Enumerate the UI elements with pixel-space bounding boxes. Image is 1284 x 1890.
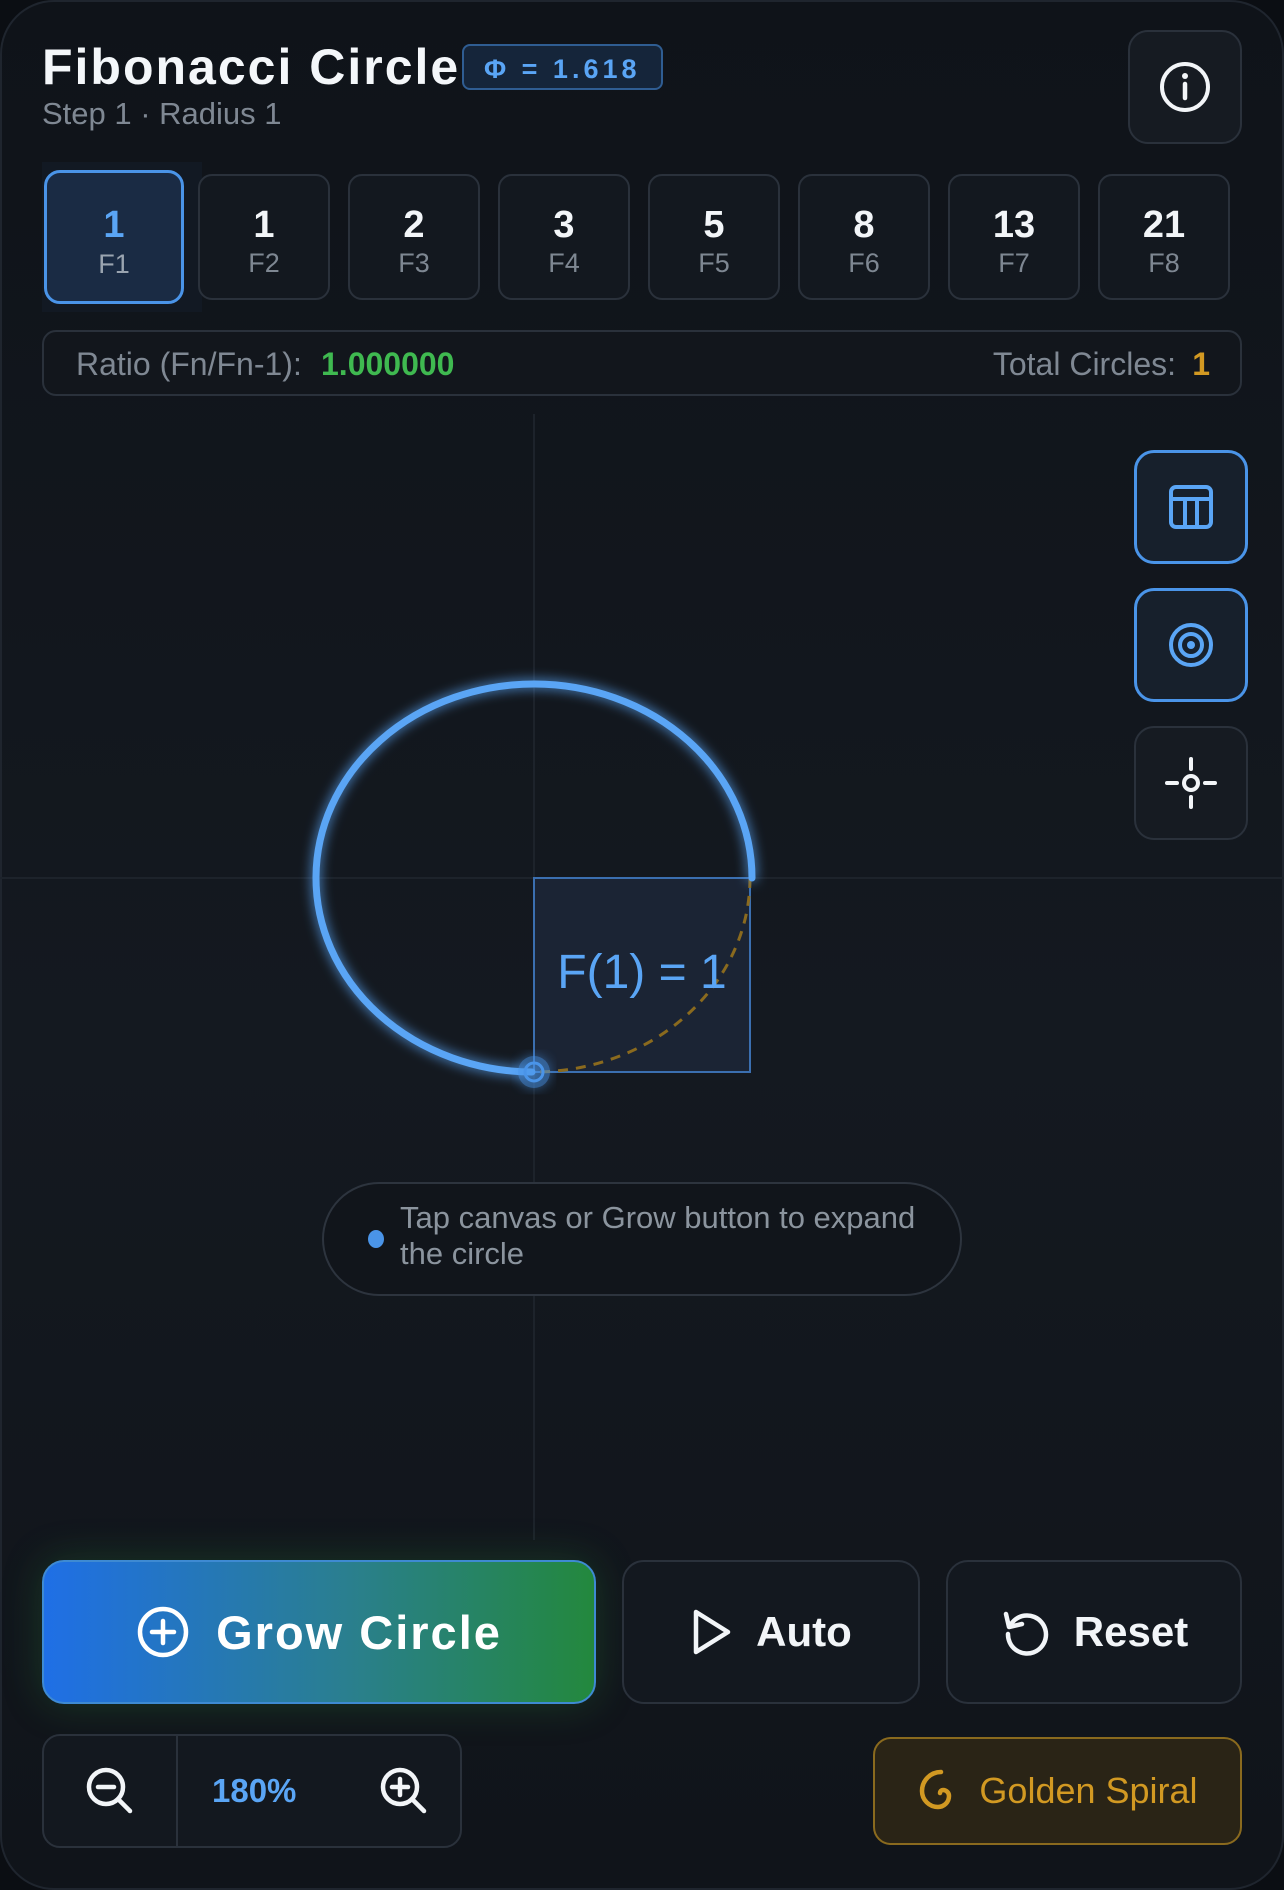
golden-spiral-button[interactable]: Golden Spiral — [873, 1737, 1242, 1845]
grid-toggle-button[interactable] — [1134, 450, 1248, 564]
total-circles-label: Total Circles: — [992, 346, 1176, 382]
step-subtitle: Step 1 · Radius 1 — [42, 96, 282, 131]
target-toggle-button[interactable] — [1134, 588, 1248, 702]
fib-tab-f7[interactable]: 13 F7 — [948, 174, 1080, 300]
auto-label: Auto — [756, 1608, 852, 1655]
canvas-drawing: F(1) = 1 — [0, 414, 1284, 1540]
fib-tab-value: 21 — [1142, 204, 1186, 246]
zoom-out-icon — [86, 1767, 133, 1814]
fib-tab-label: F8 — [1148, 248, 1180, 278]
reset-label: Reset — [1073, 1608, 1189, 1655]
info-icon — [1160, 62, 1210, 112]
phi-badge: Φ = 1.618 — [462, 44, 663, 90]
plus-circle-icon — [137, 1606, 189, 1658]
crosshair-icon — [1165, 757, 1217, 809]
fib-tab-f5[interactable]: 5 F5 — [648, 174, 780, 300]
fib-tab-f6[interactable]: 8 F6 — [798, 174, 930, 300]
fib-tab-label: F6 — [848, 248, 880, 278]
fib-tab-value: 8 — [853, 204, 875, 246]
fib-tab-label: F3 — [398, 248, 430, 278]
zoom-out-button[interactable] — [44, 1736, 176, 1846]
grow-circle-button[interactable]: Grow Circle — [42, 1560, 596, 1704]
fib-tab-value: 3 — [553, 204, 575, 246]
origin-point — [518, 1056, 550, 1088]
fib-tab-label: F1 — [98, 249, 130, 279]
fib-tab-value: 5 — [703, 204, 725, 246]
zoom-in-icon — [380, 1767, 427, 1814]
spiral-icon — [920, 1769, 952, 1810]
fib-tab-value: 2 — [403, 204, 425, 246]
target-icon — [1169, 623, 1213, 667]
fib-tab-f8[interactable]: 21 F8 — [1098, 174, 1230, 300]
hint-dot-icon — [368, 1230, 384, 1248]
recenter-button[interactable] — [1134, 726, 1248, 840]
reset-button[interactable]: Reset — [946, 1560, 1242, 1704]
fib-tab-f4[interactable]: 3 F4 — [498, 174, 630, 300]
app-frame: Fibonacci Circle Φ = 1.618 Step 1 · Radi… — [0, 0, 1284, 1890]
page-title: Fibonacci Circle — [42, 39, 461, 95]
fib-tab-value: 13 — [992, 204, 1036, 246]
fib-tab-value: 1 — [103, 204, 125, 246]
ratio-label: Ratio (Fn/Fn-1): — [76, 346, 302, 382]
ratio-value: 1.000000 — [321, 346, 455, 382]
zoom-control: 180% — [42, 1734, 462, 1848]
fib-tab-label: F5 — [698, 248, 730, 278]
info-button[interactable] — [1128, 30, 1242, 144]
fib-tab-f3[interactable]: 2 F3 — [348, 174, 480, 300]
play-icon — [693, 1609, 731, 1655]
fib-tab-label: F7 — [998, 248, 1030, 278]
ratio-bar: Ratio (Fn/Fn-1): 1.000000 Total Circles:… — [42, 330, 1242, 396]
fib-tab-f2[interactable]: 1 F2 — [198, 174, 330, 300]
fib-tab-label: F4 — [548, 248, 580, 278]
grid-icon — [1169, 485, 1213, 529]
fib-tab-value: 1 — [253, 204, 275, 246]
total-circles-value: 1 — [1192, 346, 1210, 382]
grow-circle-label: Grow Circle — [216, 1605, 502, 1659]
fib-tab-label: F2 — [248, 248, 280, 278]
golden-spiral-label: Golden Spiral — [979, 1770, 1198, 1811]
square-label: F(1) = 1 — [557, 946, 726, 999]
hint-pill: Tap canvas or Grow button to expand the … — [322, 1182, 962, 1296]
zoom-divider — [176, 1736, 178, 1846]
zoom-in-button[interactable] — [346, 1736, 462, 1846]
hint-text: Tap canvas or Grow button to expand the … — [400, 1200, 916, 1271]
fib-tab-f1[interactable]: 1 F1 — [44, 170, 184, 304]
fibonacci-canvas[interactable]: F(1) = 1 — [0, 412, 1284, 1552]
zoom-level: 180% — [212, 1772, 297, 1809]
reset-icon — [1003, 1611, 1049, 1656]
auto-play-button[interactable]: Auto — [622, 1560, 920, 1704]
